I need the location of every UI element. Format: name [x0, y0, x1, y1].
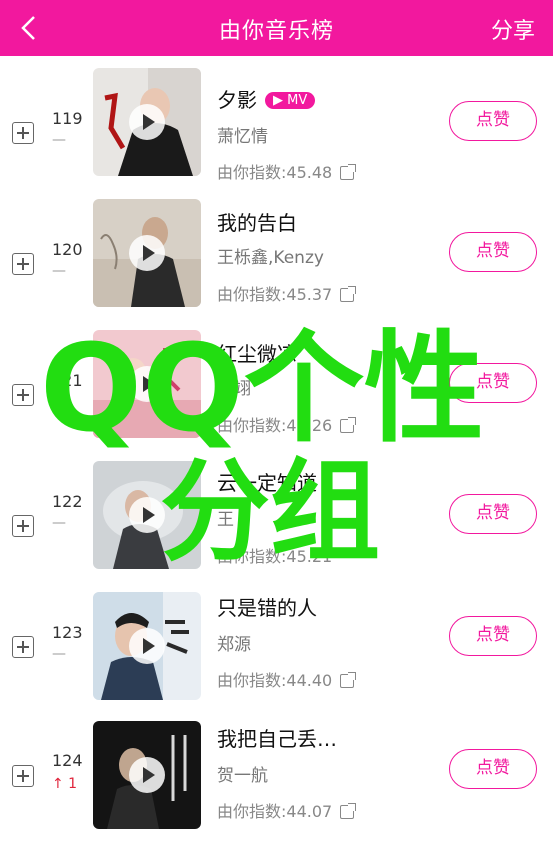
rank-number: 122: [52, 492, 83, 511]
rank-number: 123: [52, 623, 83, 642]
rank-number: 120: [52, 240, 83, 259]
song-title[interactable]: 夕影 ▶ MV: [217, 84, 316, 113]
list-item[interactable]: 124 ↑ 1 我把自己丢… 贺一航 由你指数:44.07 点赞: [0, 721, 553, 852]
external-link-icon[interactable]: [340, 286, 357, 302]
like-button[interactable]: 点赞: [449, 363, 537, 403]
page-title: 由你音乐榜: [218, 19, 334, 44]
like-button[interactable]: 点赞: [449, 749, 537, 789]
top-bar: 由你音乐榜 分享: [0, 0, 553, 56]
rank-trend: —: [52, 263, 66, 279]
mv-badge[interactable]: ▶ MV: [265, 92, 316, 109]
share-button[interactable]: 分享: [491, 13, 535, 45]
external-link-icon[interactable]: [340, 164, 357, 180]
play-icon[interactable]: [129, 757, 165, 793]
like-button[interactable]: 点赞: [449, 232, 537, 272]
list-item[interactable]: 122 — 云一定知道 王 由你指数:45.21 点赞: [0, 459, 553, 590]
rank-number: 124: [52, 751, 83, 770]
artist-name[interactable]: 贺一航: [217, 761, 268, 786]
list-item[interactable]: 120 — 我的告白 王栎鑫,Kenzy 由你指数:45.37 点赞: [0, 197, 553, 328]
album-cover[interactable]: [93, 199, 201, 307]
score-index: 由你指数:44.07: [217, 798, 357, 822]
rank-trend: —: [52, 515, 66, 531]
external-link-icon[interactable]: [340, 417, 357, 433]
list-item[interactable]: 123 — 只是错的人 郑源 由你指数:44.40 点赞: [0, 590, 553, 721]
play-icon[interactable]: [129, 104, 165, 140]
like-button[interactable]: 点赞: [449, 616, 537, 656]
song-title[interactable]: 我把自己丢…: [217, 723, 337, 752]
song-title[interactable]: 只是错的人: [217, 592, 317, 621]
song-title[interactable]: 我的告白: [217, 207, 297, 236]
play-icon[interactable]: [129, 235, 165, 271]
rank-trend: ↑ 1: [52, 776, 78, 792]
album-cover[interactable]: [93, 592, 201, 700]
rank-number: 119: [52, 109, 83, 128]
add-to-playlist-icon[interactable]: [12, 636, 34, 658]
score-index: 由你指数:45.37: [217, 281, 357, 305]
album-cover[interactable]: [93, 721, 201, 829]
album-cover[interactable]: [93, 330, 201, 438]
list-item[interactable]: 121 — 红尘微凉 陆翊 由你指数:45.26 点赞: [0, 328, 553, 459]
rank-trend: —: [52, 394, 66, 410]
add-to-playlist-icon[interactable]: [12, 384, 34, 406]
play-icon[interactable]: [129, 497, 165, 533]
album-cover[interactable]: [93, 68, 201, 176]
like-button[interactable]: 点赞: [449, 494, 537, 534]
artist-name[interactable]: 萧忆情: [217, 122, 268, 147]
play-icon[interactable]: [129, 628, 165, 664]
artist-name[interactable]: 陆翊: [217, 374, 251, 399]
artist-name[interactable]: 郑源: [217, 630, 251, 655]
score-index: 由你指数:44.40: [217, 667, 357, 691]
song-title[interactable]: 红尘微凉: [217, 338, 297, 367]
add-to-playlist-icon[interactable]: [12, 122, 34, 144]
like-button[interactable]: 点赞: [449, 101, 537, 141]
score-index: 由你指数:45.48: [217, 159, 357, 183]
rank-number: 121: [52, 371, 83, 390]
list-item[interactable]: 119 — 夕影 ▶ MV 萧忆情 由你指数:45.48 点赞: [0, 66, 553, 197]
add-to-playlist-icon[interactable]: [12, 515, 34, 537]
play-icon[interactable]: [129, 366, 165, 402]
external-link-icon[interactable]: [340, 672, 357, 688]
album-cover[interactable]: [93, 461, 201, 569]
external-link-icon[interactable]: [340, 803, 357, 819]
song-title[interactable]: 云一定知道: [217, 467, 317, 496]
add-to-playlist-icon[interactable]: [12, 253, 34, 275]
add-to-playlist-icon[interactable]: [12, 765, 34, 787]
rank-trend: —: [52, 646, 66, 662]
artist-name[interactable]: 王: [217, 505, 234, 530]
score-index: 由你指数:45.21: [217, 547, 333, 566]
artist-name[interactable]: 王栎鑫,Kenzy: [217, 243, 324, 268]
rank-trend: —: [52, 132, 66, 148]
score-index: 由你指数:45.26: [217, 412, 357, 436]
